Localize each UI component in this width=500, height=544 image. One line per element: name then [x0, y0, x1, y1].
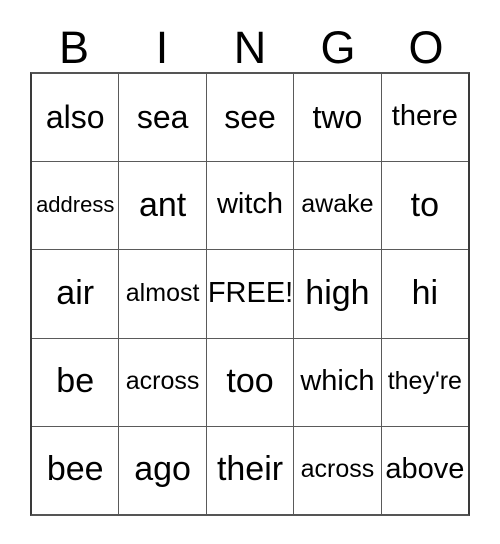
- bingo-cell-label: too: [226, 362, 274, 401]
- bingo-header-row: B I N G O: [30, 22, 470, 72]
- bingo-cell-g1[interactable]: two: [293, 74, 381, 162]
- bingo-cell-label: which: [300, 364, 375, 397]
- bingo-cell-label: air: [56, 274, 95, 312]
- bingo-cell-label: there: [391, 100, 458, 133]
- bingo-cell-label: their: [216, 450, 284, 489]
- bingo-cell-g4[interactable]: which: [293, 338, 381, 426]
- header-letter-b: B: [58, 21, 89, 73]
- bingo-cell-free-space[interactable]: FREE!: [205, 250, 294, 338]
- bingo-cell-n1[interactable]: see: [205, 74, 294, 162]
- header-letter-n: N: [233, 21, 267, 73]
- bingo-cell-i4[interactable]: across: [118, 338, 206, 426]
- bingo-cell-label: across: [300, 454, 375, 483]
- bingo-cell-n4[interactable]: too: [205, 338, 294, 426]
- bingo-cell-label: almost: [125, 278, 200, 307]
- bingo-cell-o5[interactable]: above: [380, 426, 469, 515]
- bingo-cell-i2[interactable]: ant: [118, 162, 206, 250]
- bingo-cell-i3[interactable]: almost: [118, 250, 206, 338]
- bingo-cell-label: they're: [387, 366, 462, 395]
- bingo-cell-n2[interactable]: witch: [205, 162, 294, 250]
- bingo-card: B I N G O also sea see two there address…: [0, 0, 500, 544]
- bingo-cell-label: address: [36, 191, 115, 217]
- bingo-grid: also sea see two there address ant witch…: [30, 72, 470, 516]
- bingo-cell-o3[interactable]: hi: [380, 250, 469, 338]
- bingo-cell-b4[interactable]: be: [32, 338, 119, 426]
- bingo-cell-label: hi: [411, 274, 439, 312]
- bingo-cell-label: two: [312, 98, 363, 135]
- bingo-row-3: air almost FREE! high hi: [32, 249, 469, 338]
- bingo-cell-b2[interactable]: address: [32, 162, 119, 250]
- bingo-row-4: be across too which they're: [32, 337, 469, 426]
- bingo-row-2: address ant witch awake to: [32, 161, 469, 250]
- bingo-cell-label: ago: [134, 450, 191, 489]
- bingo-cell-label: to: [410, 185, 439, 224]
- bingo-cell-label: above: [385, 452, 465, 485]
- bingo-row-5: bee ago their across above: [32, 425, 469, 515]
- bingo-cell-label: see: [224, 98, 276, 135]
- header-letter-o: O: [408, 21, 444, 73]
- bingo-row-1: also sea see two there: [32, 74, 469, 162]
- bingo-cell-label: witch: [216, 188, 284, 221]
- bingo-cell-label: be: [56, 362, 95, 401]
- bingo-cell-label: across: [125, 366, 200, 395]
- bingo-cell-label: awake: [301, 190, 374, 219]
- free-space-label: FREE!: [207, 276, 294, 309]
- bingo-cell-label: sea: [136, 98, 189, 135]
- bingo-cell-label: ant: [138, 185, 187, 224]
- header-letter-i: I: [155, 21, 169, 73]
- bingo-cell-b3[interactable]: air: [32, 250, 119, 338]
- bingo-cell-n5[interactable]: their: [205, 426, 294, 515]
- bingo-cell-label: bee: [46, 450, 104, 489]
- bingo-cell-b1[interactable]: also: [32, 74, 119, 162]
- header-letter-g: G: [320, 21, 356, 73]
- bingo-cell-o4[interactable]: they're: [380, 338, 469, 426]
- bingo-cell-o2[interactable]: to: [380, 162, 469, 250]
- bingo-cell-b5[interactable]: bee: [32, 426, 119, 515]
- bingo-cell-label: also: [45, 98, 105, 135]
- bingo-cell-label: high: [305, 274, 370, 312]
- bingo-cell-o1[interactable]: there: [380, 74, 469, 162]
- bingo-cell-g2[interactable]: awake: [293, 162, 381, 250]
- bingo-cell-g5[interactable]: across: [293, 426, 381, 515]
- bingo-cell-i5[interactable]: ago: [118, 426, 206, 515]
- bingo-cell-i1[interactable]: sea: [118, 74, 206, 162]
- bingo-cell-g3[interactable]: high: [293, 250, 381, 338]
